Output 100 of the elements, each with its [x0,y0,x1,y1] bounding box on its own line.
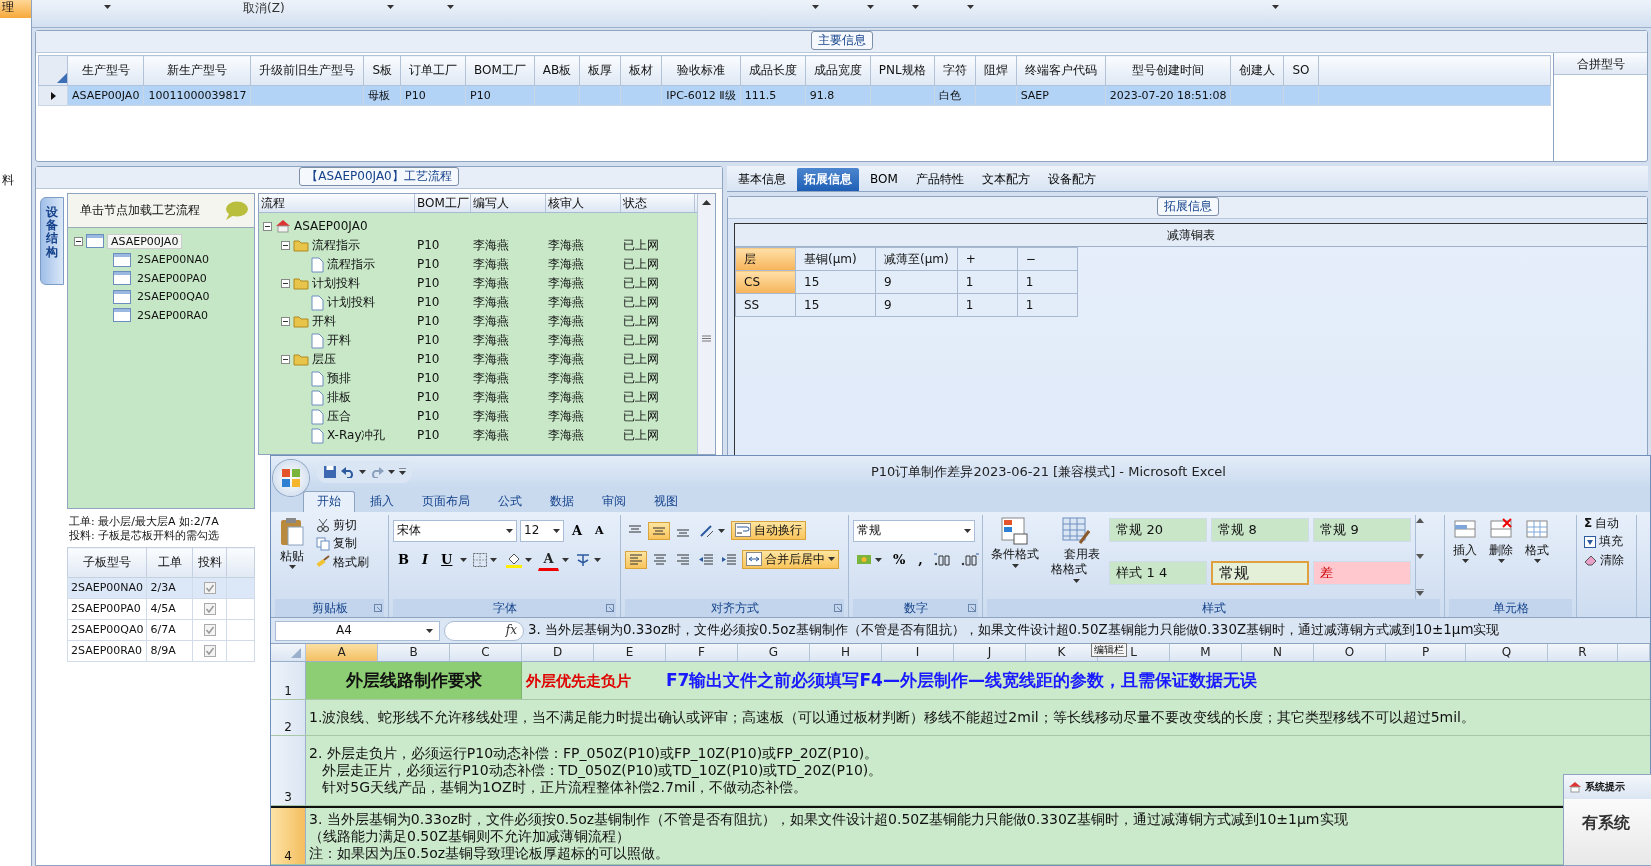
underline-button[interactable]: U [436,548,458,571]
row-header[interactable]: 1 [271,662,306,699]
customize-icon[interactable] [399,468,406,476]
cut-button[interactable]: 剪切 [313,517,372,534]
dialog-launcher-icon[interactable] [834,604,842,612]
tree-item[interactable]: 计划投料 [327,295,375,310]
checkbox[interactable] [203,645,216,657]
tree-item[interactable]: 2SAEP00QA0 [134,290,213,304]
office-button[interactable] [273,460,309,496]
collapse-icon[interactable] [74,236,83,246]
column-header[interactable]: 验收标准 [661,55,741,86]
collapse-icon[interactable] [263,222,272,231]
column-header[interactable]: F [666,644,738,661]
column-header[interactable]: 流程 [259,194,415,212]
conditional-format-button[interactable]: 条件格式 [987,515,1043,599]
ribbon-tab[interactable]: 页面布局 [409,491,483,512]
row-header[interactable]: 4 [271,808,306,864]
fill-button[interactable]: 填充 [1581,533,1632,550]
tab[interactable]: 设备配方 [1040,168,1103,191]
style-swatch[interactable]: 常规 8 [1211,518,1310,542]
tab[interactable]: 拓展信息 [797,168,859,191]
ribbon-tab[interactable]: 公式 [485,491,535,512]
ribbon-tab[interactable]: 视图 [641,491,691,512]
column-header[interactable]: H [810,644,882,661]
percent-button[interactable]: % [888,548,911,571]
column-header[interactable]: PNL规格 [870,55,935,86]
scrollbar[interactable] [697,194,715,454]
column-header[interactable]: 升级前旧生产型号 [250,55,364,86]
tree-item[interactable]: X-Ray冲孔 [327,428,386,443]
save-icon[interactable] [323,465,337,479]
tree-item[interactable]: 开料 [312,314,336,329]
decrease-indent-button[interactable] [696,551,716,568]
font-size-field[interactable]: 12 [520,519,564,542]
delete-button[interactable]: 删除 [1485,515,1517,599]
column-header[interactable]: 层 [735,247,796,271]
column-header[interactable]: 阻焊 [975,55,1017,86]
column-header[interactable]: D [522,644,594,661]
comma-button[interactable]: , [913,548,928,571]
column-header[interactable]: Q [1466,644,1548,661]
column-header[interactable]: 生产型号 [67,55,144,86]
collapse-icon[interactable] [281,317,290,326]
increase-indent-button[interactable] [719,551,739,568]
column-header[interactable]: 工单 [147,547,193,578]
column-header[interactable]: O [1314,644,1386,661]
row-header[interactable]: 2 [271,700,306,735]
column-header[interactable]: 字符 [934,55,976,86]
autosum-button[interactable]: Σ 自动 [1581,515,1632,532]
ribbon-tab[interactable]: 审阅 [589,491,639,512]
tree-item[interactable]: 预排 [327,371,351,386]
checkbox[interactable] [203,624,216,636]
italic-button[interactable]: I [417,548,434,571]
column-header[interactable]: AB板 [534,55,580,86]
formula-field[interactable]: 3. 当外层基铜为0.33oz时，文件必须按0.5oz基铜制作（不管是否有阻抗），如果文件设计超0.50Z基铜能力只能做0.330Z基铜时，通过减薄铜方式减到10±1μm实现 [528,622,1500,639]
tree-item[interactable]: ASAEP00JA0 [294,219,368,234]
tree-item[interactable]: 开料 [327,333,351,348]
tree-item[interactable]: 流程指示 [312,238,360,253]
column-header[interactable]: B [378,644,450,661]
format-painter-button[interactable]: 格式刷 [313,553,372,571]
column-header[interactable]: SO [1283,55,1319,86]
column-header[interactable]: S板 [363,55,401,86]
collapse-icon[interactable] [281,355,290,364]
column-header[interactable]: E [594,644,666,661]
column-header[interactable]: 新生产型号 [143,55,251,86]
paste-button[interactable]: 粘贴 [275,515,309,599]
column-header[interactable]: I [882,644,954,661]
tree-item[interactable]: 2SAEP00PA0 [134,271,210,285]
column-header[interactable]: A [306,644,378,661]
column-header[interactable]: R [1548,644,1618,661]
column-header[interactable]: 子板型号 [67,547,147,578]
insert-function-button[interactable]: fx [444,620,524,641]
font-name-field[interactable]: 宋体 [393,519,517,542]
tree-item[interactable]: 2SAEP00RA0 [134,308,211,322]
dialog-launcher-icon[interactable] [374,604,382,612]
insert-button[interactable]: 插入 [1449,515,1481,599]
column-header[interactable]: 成品宽度 [805,55,871,86]
tab[interactable]: 产品特性 [908,168,971,191]
merge-center-button[interactable]: 合并后居中 [742,550,839,569]
dialog-launcher-icon[interactable] [968,604,976,612]
column-header[interactable]: 终端客户代码 [1016,55,1106,86]
format-as-table-button[interactable]: 套用表格格式 [1047,515,1106,599]
vertical-align-button[interactable] [648,521,670,540]
number-format-field[interactable]: 常规 [853,519,975,542]
column-header[interactable]: − [1017,247,1078,271]
collapse-icon[interactable] [281,241,290,250]
cancel-button[interactable]: 取消(Z) [237,0,291,17]
sidebar-item[interactable]: 理 [0,0,31,18]
column-header[interactable]: 创建人 [1230,55,1284,86]
scroll-up-icon[interactable] [1416,518,1425,523]
style-swatch[interactable]: 常规 9 [1313,518,1412,542]
side-tab[interactable]: 设备结构 [40,197,64,285]
dialog-launcher-icon[interactable] [606,604,614,612]
column-header[interactable]: 型号创建时间 [1105,55,1231,86]
row-header[interactable]: 3 [271,736,306,805]
sidebar-item[interactable]: 料 [0,173,31,191]
font-color-button[interactable]: A [538,548,559,571]
format-button[interactable]: 格式 [1521,515,1553,599]
column-header[interactable]: P [1386,644,1466,661]
column-header[interactable]: 成品长度 [740,55,806,86]
column-header[interactable]: 状态 [621,194,695,212]
tree-item[interactable]: 压合 [327,409,351,424]
